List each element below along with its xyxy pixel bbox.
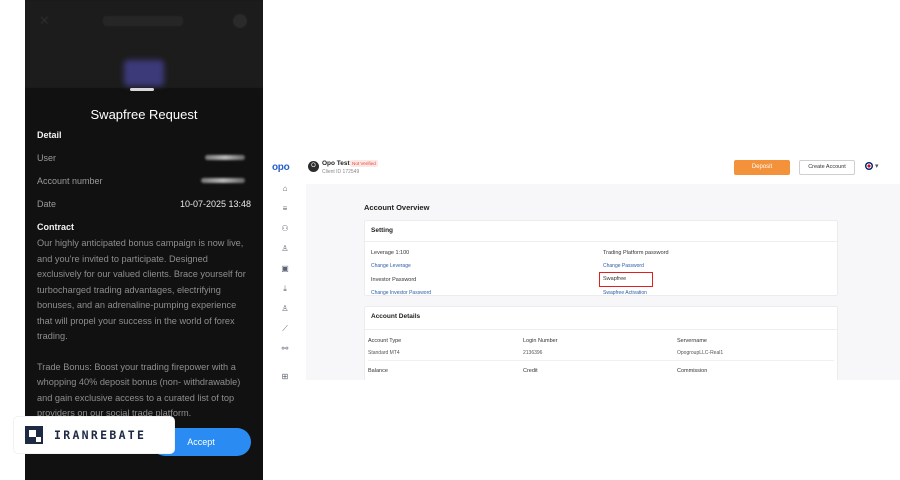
column-header-login-number: Login Number [523,338,558,344]
account-details-heading: Account Details [371,313,421,320]
leverage-label: Leverage 1:100 [371,250,410,256]
page-title: Account Overview [364,203,430,212]
network-icon[interactable]: ⚯ [280,344,290,354]
date-value: 10-07-2025 13:48 [179,199,251,209]
chevron-down-icon: ▾ [874,163,879,170]
close-icon[interactable]: ✕ [39,14,53,28]
setting-heading: Setting [371,227,394,234]
document-icon[interactable]: ⊞ [280,372,290,380]
blurred-title [103,16,183,26]
redacted-account-value [201,178,245,183]
contract-paragraph: Trade Bonus: Boost your trading firepowe… [37,361,241,419]
contract-body: Our highly anticipated bonus campaign is… [37,236,253,437]
user-label: User [37,153,57,163]
download-icon[interactable]: ⤓ [280,284,290,294]
detail-heading: Detail [37,130,62,140]
mobile-panel: ✕ Swapfree Request Detail User Account n… [25,0,263,480]
wallet-icon[interactable]: ▣ [280,264,290,274]
column-header-credit: Credit [523,368,538,374]
sheet-drag-handle[interactable] [130,88,154,91]
avatar[interactable]: O [308,161,319,172]
investor-password-label: Investor Password [371,277,417,283]
blurred-card [124,60,164,86]
client-id: Client ID 172549 [322,169,360,175]
column-header-servername: Servername [677,338,707,344]
iranrebate-mark-icon [25,426,43,444]
create-account-button[interactable]: Create Account [799,160,855,175]
redacted-user-value [205,155,245,160]
servername-value: OpogroupLLC-Real1 [677,350,724,356]
change-leverage-link[interactable]: Change Leverage [371,263,411,269]
row-divider [368,360,834,361]
column-header-commission: Commission [677,368,708,374]
users-icon[interactable]: ⚇ [280,224,290,234]
flag-icon [865,162,873,171]
status-badge: Not Verified [350,160,378,167]
contract-paragraph: Our highly anticipated bonus campaign is… [37,238,246,341]
filter-icon[interactable]: ≡ [280,204,290,214]
platform-password-label: Trading Platform password [603,250,669,256]
contract-heading: Contract [37,222,75,232]
date-label: Date [37,199,57,209]
swapfree-label: Swapfree [603,276,627,282]
account-number-label: Account number [37,176,103,186]
column-header-account-type: Account Type [368,338,402,344]
profile-icon[interactable]: ♙ [280,304,290,314]
deposit-button[interactable]: Deposit [734,160,790,175]
language-selector[interactable]: ▾ [865,162,887,174]
chart-icon[interactable]: ⟋ [280,324,290,334]
iranrebate-logo: IRANREBATE [14,417,174,453]
blurred-app-header: ✕ [25,0,263,88]
account-type-value: Standard MT4 [368,350,400,356]
screenshot-canvas: ✕ Swapfree Request Detail User Account n… [0,0,900,480]
divider [365,329,837,330]
settings-icon[interactable] [233,14,247,28]
swapfree-activation-link[interactable]: Swapfree Activation [603,290,647,296]
account-details-card: Account Details Account Type Login Numbe… [364,306,838,380]
change-password-link[interactable]: Change Password [603,263,644,269]
sidebar: ⌂ ≡ ⚇ ♙ ▣ ⤓ ♙ ⟋ ⚯ ⊞ [272,180,300,380]
user-icon[interactable]: ♙ [280,244,290,254]
brand-logo[interactable]: opo [272,162,290,173]
login-number-value: 2136396 [523,350,543,356]
home-icon[interactable]: ⌂ [280,184,290,194]
setting-card: Setting Leverage 1:100 Change Leverage T… [364,220,838,296]
change-investor-password-link[interactable]: Change Investor Password [371,290,431,296]
divider [365,241,837,242]
column-header-balance: Balance [368,368,388,374]
sheet-title: Swapfree Request [90,107,198,122]
user-name: Opo Test [322,160,350,167]
desktop-dashboard: opo ⌂ ≡ ⚇ ♙ ▣ ⤓ ♙ ⟋ ⚯ ⊞ O Opo Test Not V… [272,154,900,380]
watermark-text: IRANREBATE [54,428,147,442]
